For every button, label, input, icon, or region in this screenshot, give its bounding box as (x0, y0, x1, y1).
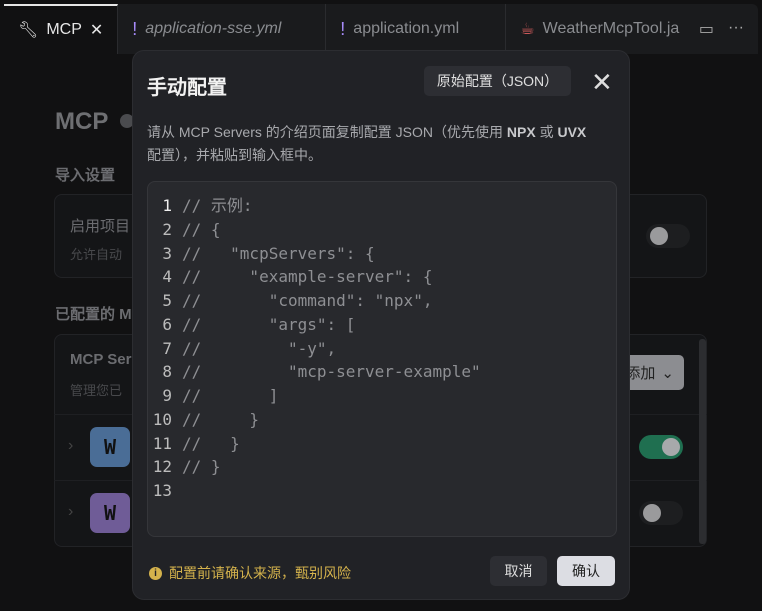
manual-config-dialog: 手动配置 原始配置（JSON） ✕ 请从 MCP Servers 的介绍页面复制… (132, 50, 630, 600)
code-line: 11 // } (148, 432, 616, 456)
line-number: 10 (152, 409, 172, 429)
line-number: 9 (162, 386, 172, 405)
chevron-right-icon[interactable]: › (68, 437, 73, 455)
avatar: W (90, 427, 130, 467)
tab-application-sse[interactable]: ! application-sse.yml (118, 4, 327, 54)
code-line: 6 // "args": [ (148, 313, 616, 337)
cancel-button[interactable]: 取消 (490, 556, 547, 586)
split-editor-icon[interactable]: ▭ (699, 19, 714, 39)
line-number: 13 (152, 481, 172, 500)
raw-config-button[interactable]: 原始配置（JSON） (424, 66, 571, 96)
configured-heading: 已配置的 M (55, 306, 132, 323)
code-line: 5 // "command": "npx", (148, 289, 616, 313)
code-line: 9 // ] (148, 384, 616, 408)
json-input[interactable]: 1 // 示例: 2 // { 3 // "mcpServers": { 4 // "exam… (147, 181, 617, 537)
code-text: // "mcp-server-example" (182, 362, 481, 382)
page-title: MCP (55, 108, 109, 135)
tab-weather-tool[interactable]: ☕︎ WeatherMcpTool.ja (506, 4, 683, 54)
import-heading: 导入设置 (55, 167, 116, 184)
code-line: 3 // "mcpServers": { (148, 242, 616, 266)
line-number: 1 (162, 196, 172, 215)
server-toggle[interactable] (639, 501, 683, 525)
code-line: 4 // "example-server": { (148, 265, 616, 289)
yaml-icon: ! (132, 18, 138, 39)
code-line: 1 // 示例: (148, 194, 616, 218)
chevron-right-icon[interactable]: › (68, 503, 73, 521)
code-text: // "-y", (182, 338, 337, 358)
line-number: 11 (152, 433, 172, 453)
line-number: 8 (162, 362, 172, 382)
yaml-icon: ! (340, 18, 346, 39)
servers-title: MCP Ser (70, 351, 132, 368)
code-text: // "command": "npx", (182, 291, 433, 310)
import-toggle[interactable] (646, 224, 690, 248)
scrollbar[interactable] (699, 339, 706, 544)
code-line: 12 // } (148, 455, 616, 479)
code-text: // { (182, 219, 221, 239)
wrench-icon: 🔧︎ (18, 22, 39, 39)
server-toggle[interactable] (639, 435, 683, 459)
code-line: 10 // } (148, 408, 616, 432)
info-icon: i (149, 566, 162, 580)
code-text: // } (182, 409, 260, 429)
code-line: 13 (148, 479, 616, 503)
line-number: 2 (162, 219, 172, 239)
close-tab-icon[interactable]: ✕ (90, 20, 103, 40)
line-number: 7 (162, 338, 172, 358)
dialog-title: 手动配置 (147, 77, 227, 99)
code-line: 2 // { (148, 218, 616, 242)
import-item-title: 启用项目 (70, 218, 131, 235)
tab-application[interactable]: ! application.yml (326, 4, 507, 54)
java-icon: ☕︎ (520, 21, 535, 38)
avatar: W (90, 493, 130, 533)
line-number: 6 (162, 314, 172, 334)
servers-desc: 管理您已 (70, 383, 123, 398)
code-text: // } (182, 457, 221, 477)
dialog-description: 请从 MCP Servers 的介绍页面复制配置 JSON（优先使用 NPX 或… (147, 124, 587, 163)
line-number: 12 (152, 457, 172, 477)
line-number: 5 (162, 291, 172, 310)
code-text: // ] (182, 386, 279, 405)
code-line: 7 // "-y", (148, 337, 616, 361)
code-text: // "mcpServers": { (182, 243, 375, 263)
tab-bar: 🔧︎ MCP ✕ ! application-sse.yml ! application… (4, 4, 758, 54)
code-text: // "args": [ (182, 314, 356, 334)
import-item-desc: 允许自动 (70, 247, 123, 262)
chevron-down-icon: ⌄ (661, 364, 674, 382)
code-text: // } (182, 433, 240, 453)
close-icon[interactable]: ✕ (591, 69, 613, 95)
confirm-button[interactable]: 确认 (557, 556, 615, 586)
code-text: // 示例: (182, 196, 253, 215)
tab-mcp[interactable]: 🔧︎ MCP ✕ (4, 4, 119, 54)
line-number: 4 (162, 267, 172, 287)
code-line: 8 // "mcp-server-example" (148, 360, 616, 384)
more-icon[interactable]: ··· (728, 19, 744, 39)
warning-message: i 配置前请确认来源，甄别风险 (149, 563, 351, 583)
line-number: 3 (162, 243, 172, 263)
code-text: // "example-server": { (182, 267, 433, 287)
